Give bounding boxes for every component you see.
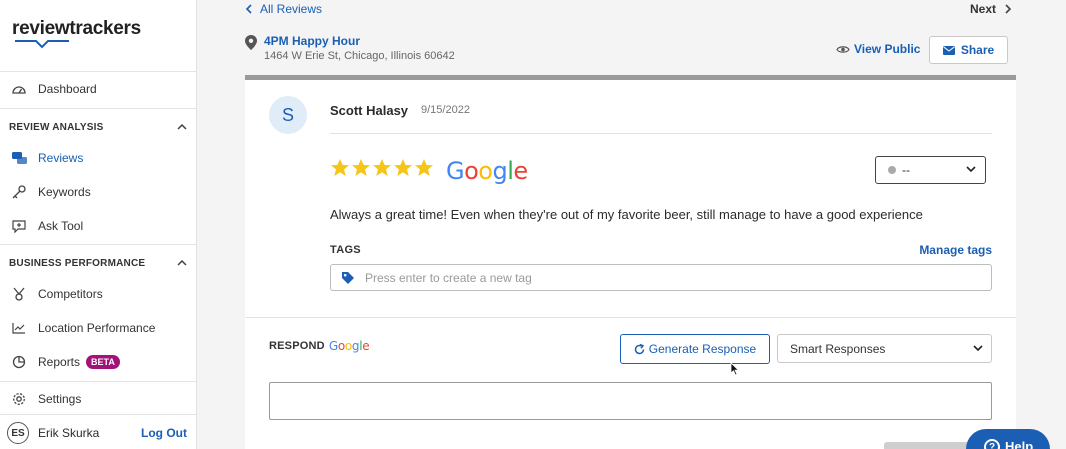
sidebar-item-competitors[interactable]: Competitors	[0, 280, 197, 308]
review-nav-bar: All Reviews Next	[245, 0, 1016, 18]
section-divider	[245, 317, 1016, 318]
all-reviews-label: All Reviews	[260, 2, 323, 16]
chevron-right-icon	[1005, 4, 1012, 14]
map-pin-icon	[245, 35, 257, 50]
location-address: 1464 W Erie St, Chicago, Illinois 60642	[264, 50, 455, 62]
tags-label: TAGS	[330, 244, 361, 256]
generate-response-button[interactable]: Generate Response	[620, 334, 770, 364]
reviewer-avatar: S	[269, 96, 307, 134]
section-business-performance[interactable]: BUSINESS PERFORMANCE	[9, 254, 187, 272]
star-icon	[394, 159, 412, 176]
sidebar-item-label: Dashboard	[38, 82, 97, 96]
review-date: 9/15/2022	[421, 104, 470, 116]
sidebar-item-label: Ask Tool	[38, 219, 84, 233]
generate-response-label: Generate Response	[648, 342, 757, 356]
star-icon	[415, 159, 433, 176]
respond-text: RESPOND	[269, 340, 325, 352]
user-name: Erik Skurka	[38, 426, 100, 440]
key-icon	[11, 184, 27, 200]
status-value: --	[902, 163, 910, 177]
location-name-link[interactable]: 4PM Happy Hour	[264, 34, 360, 48]
sidebar-item-ask-tool[interactable]: Ask Tool	[0, 212, 197, 240]
logout-link[interactable]: Log Out	[141, 426, 187, 440]
all-reviews-link[interactable]: All Reviews	[245, 2, 322, 16]
review-text: Always a great time! Even when they're o…	[330, 207, 923, 222]
reviewer-name: Scott Halasy	[330, 103, 409, 118]
chat-bubbles-icon	[11, 150, 27, 166]
section-label: BUSINESS PERFORMANCE	[9, 257, 146, 269]
chevron-up-icon	[177, 260, 187, 266]
sidebar-item-label: Competitors	[38, 287, 103, 301]
tag-input[interactable]	[365, 270, 965, 285]
sidebar-item-location-performance[interactable]: Location Performance	[0, 314, 197, 342]
share-label: Share	[960, 43, 995, 57]
refresh-icon	[634, 343, 645, 354]
beta-badge: BETA	[86, 355, 120, 369]
gauge-icon	[11, 81, 27, 97]
review-status-select[interactable]: --	[875, 156, 986, 184]
pie-chart-icon	[11, 354, 27, 370]
brand-logo[interactable]: reviewtrackers	[12, 18, 141, 49]
sidebar-item-reviews[interactable]: Reviews	[0, 144, 197, 172]
star-rating	[330, 158, 434, 178]
help-label: Help	[1005, 439, 1034, 449]
response-textarea[interactable]	[269, 382, 992, 420]
logo-text: reviewtrackers	[12, 18, 141, 39]
user-row: ES Erik Skurka Log Out	[7, 421, 187, 445]
respond-label: RESPOND Google	[269, 339, 370, 353]
sidebar: reviewtrackers Dashboard REVIEW ANALYSIS…	[0, 0, 197, 449]
view-public-label: View Public	[854, 42, 921, 56]
star-icon	[331, 159, 349, 176]
chevron-left-icon	[245, 4, 252, 14]
sidebar-item-label: Keywords	[38, 185, 91, 199]
chevron-down-icon	[973, 345, 983, 352]
sidebar-divider	[0, 414, 197, 415]
sidebar-item-settings[interactable]: Settings	[0, 385, 197, 413]
review-card: S Scott Halasy 9/15/2022 Google -- Alway…	[245, 75, 1016, 449]
medal-icon	[11, 286, 27, 302]
share-button[interactable]: Share	[929, 36, 1008, 64]
manage-tags-link[interactable]: Manage tags	[919, 243, 992, 257]
sidebar-divider	[0, 108, 197, 109]
smart-responses-label: Smart Responses	[790, 341, 886, 356]
google-logo: Google	[446, 157, 528, 185]
mouse-cursor-icon	[730, 362, 740, 376]
sidebar-item-reports[interactable]: Reports BETA	[0, 348, 197, 376]
submit-button-partial[interactable]	[884, 442, 974, 449]
question-icon: ?	[984, 439, 1000, 449]
view-public-link[interactable]: View Public	[836, 42, 920, 56]
sidebar-item-label: Reviews	[38, 151, 84, 165]
sidebar-divider	[0, 71, 197, 72]
line-chart-icon	[11, 320, 27, 336]
logo-smile-icon	[15, 40, 69, 49]
chevron-up-icon	[177, 124, 187, 130]
eye-icon	[836, 45, 850, 53]
star-icon	[352, 159, 370, 176]
sidebar-divider	[0, 381, 197, 382]
sidebar-divider	[0, 244, 197, 245]
tag-icon	[342, 271, 354, 284]
envelope-icon	[942, 45, 955, 55]
smart-responses-select[interactable]: Smart Responses	[777, 334, 992, 363]
sidebar-item-dashboard[interactable]: Dashboard	[0, 75, 197, 103]
card-divider	[330, 133, 992, 134]
sidebar-item-label: Location Performance	[38, 321, 156, 335]
tag-input-field[interactable]	[330, 264, 992, 291]
star-icon	[373, 159, 391, 176]
gear-icon	[11, 391, 27, 407]
message-icon	[11, 218, 27, 234]
google-logo-small: Google	[328, 339, 370, 353]
user-avatar[interactable]: ES	[7, 422, 29, 444]
next-review-link[interactable]: Next	[970, 2, 1012, 16]
status-dot	[888, 166, 896, 174]
help-button[interactable]: ? Help	[966, 429, 1050, 449]
section-review-analysis[interactable]: REVIEW ANALYSIS	[9, 118, 187, 136]
sidebar-item-keywords[interactable]: Keywords	[0, 178, 197, 206]
next-label: Next	[969, 2, 996, 16]
chevron-down-icon	[966, 166, 976, 173]
card-top-border	[245, 75, 1016, 80]
sidebar-item-label: Reports	[38, 355, 81, 369]
sidebar-item-label: Settings	[38, 392, 82, 406]
section-label: REVIEW ANALYSIS	[9, 121, 104, 133]
